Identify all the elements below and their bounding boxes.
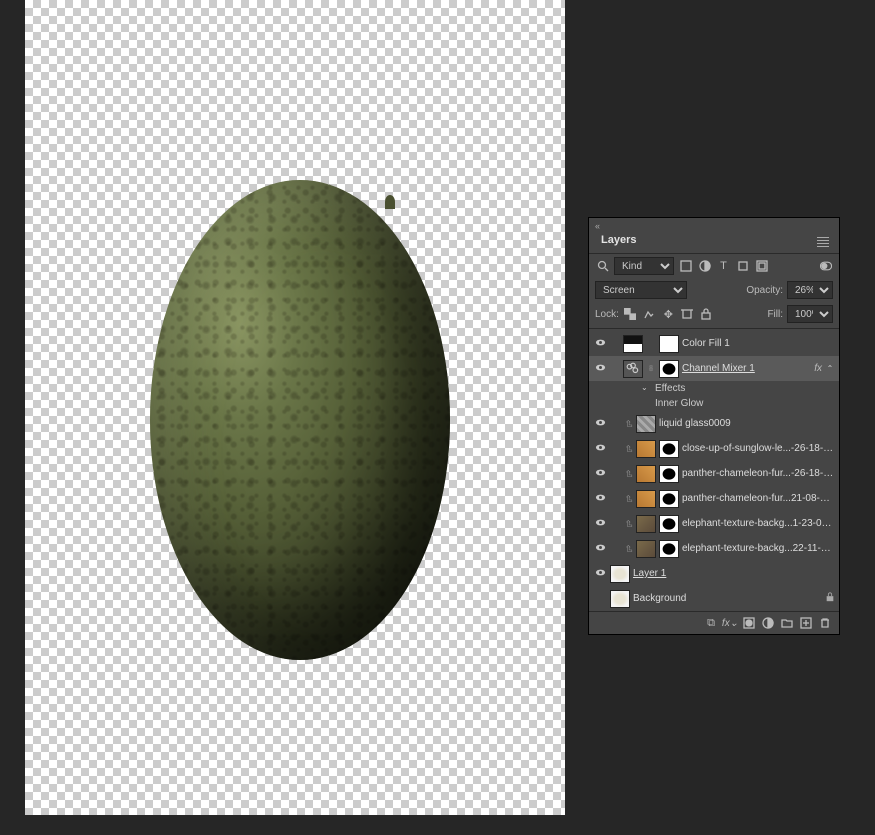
layer-name[interactable]: Channel Mixer 1 [682, 363, 811, 374]
link-icon: 𝟠 [646, 364, 656, 373]
filter-adjustment-icon[interactable] [697, 259, 712, 273]
layer-mask-thumbnail[interactable] [659, 440, 679, 458]
layer-mask-thumbnail[interactable] [659, 360, 679, 378]
filter-kind-select[interactable]: Kind [614, 257, 674, 275]
effects-label: Effects [655, 383, 685, 394]
visibility-icon[interactable] [595, 417, 606, 431]
layer-name[interactable]: elephant-texture-backg...22-11-23-00-17-… [682, 543, 835, 554]
delete-layer-icon[interactable] [817, 616, 833, 630]
lock-transparency-icon[interactable] [623, 307, 638, 321]
layer-name[interactable]: close-up-of-sunglow-le...-26-18-01-17-ut… [682, 443, 835, 454]
clip-indicator-icon: ⏎ [623, 494, 634, 504]
layer-row[interactable]: 𝟠 Channel Mixer 1 fx ⌃ [589, 356, 839, 381]
layers-tab[interactable]: Layers [595, 231, 642, 253]
layer-name[interactable]: Background [633, 593, 822, 604]
layer-name[interactable]: elephant-texture-backg...1-23-00-17-33-u… [682, 518, 835, 529]
add-mask-icon[interactable] [741, 616, 757, 630]
clip-indicator-icon: ⏎ [623, 469, 634, 479]
visibility-icon[interactable] [595, 492, 606, 506]
visibility-icon[interactable] [595, 337, 606, 351]
artwork-egg [150, 180, 450, 660]
panel-footer: ⧉ fx⌄ [589, 611, 839, 634]
lock-label: Lock: [595, 309, 619, 320]
fx-badge[interactable]: fx [814, 363, 822, 374]
layer-thumbnail[interactable] [623, 335, 643, 353]
visibility-icon[interactable] [595, 517, 606, 531]
layer-thumbnail[interactable] [636, 540, 656, 558]
layer-name[interactable]: liquid glass0009 [659, 418, 835, 429]
layer-row[interactable]: ⏎ panther-chameleon-fur...21-08-26-18-04… [589, 486, 839, 511]
blend-mode-select[interactable]: Screen [595, 281, 687, 299]
layer-thumbnail[interactable] [610, 590, 630, 608]
layer-mask-thumbnail[interactable] [659, 335, 679, 353]
group-icon[interactable] [779, 616, 795, 630]
artwork-stem [385, 195, 395, 209]
layer-mask-thumbnail[interactable] [659, 515, 679, 533]
layer-row[interactable]: ⏎ elephant-texture-backg...22-11-23-00-1… [589, 536, 839, 561]
fill-label: Fill: [767, 309, 783, 320]
effect-name: Inner Glow [655, 398, 703, 409]
layer-mask-thumbnail[interactable] [659, 465, 679, 483]
layer-thumbnail[interactable] [636, 515, 656, 533]
filter-pixel-icon[interactable] [678, 259, 693, 273]
layer-row[interactable]: Layer 1 [589, 561, 839, 586]
clip-indicator-icon: ⏎ [623, 544, 634, 554]
visibility-icon[interactable] [595, 467, 606, 481]
clip-indicator-icon: ⏎ [623, 419, 634, 429]
fx-expand-icon[interactable]: ⌃ [825, 364, 835, 373]
layer-name[interactable]: panther-chameleon-fur...21-08-26-18-04-1… [682, 493, 835, 504]
layer-row[interactable]: Background [589, 586, 839, 611]
blend-row: Screen Opacity: 26% [589, 278, 839, 302]
filter-toggle-icon[interactable] [818, 259, 833, 273]
layer-thumbnail[interactable] [636, 465, 656, 483]
opacity-select[interactable]: 26% [787, 281, 833, 299]
search-icon [595, 259, 610, 273]
layer-thumbnail[interactable] [636, 415, 656, 433]
layer-thumbnail[interactable] [610, 565, 630, 583]
layer-mask-thumbnail[interactable] [659, 540, 679, 558]
fill-select[interactable]: 100% [787, 305, 833, 323]
visibility-icon[interactable] [595, 362, 606, 376]
filter-type-icon[interactable]: T [716, 259, 731, 273]
canvas-area[interactable] [25, 0, 565, 815]
opacity-label: Opacity: [746, 285, 783, 296]
adjustment-layer-icon[interactable] [760, 616, 776, 630]
layer-thumbnail[interactable] [636, 490, 656, 508]
filter-smart-icon[interactable] [754, 259, 769, 273]
effects-heading[interactable]: ⌄ Effects [589, 381, 839, 396]
clip-indicator-icon: ⏎ [623, 519, 634, 529]
new-layer-icon[interactable] [798, 616, 814, 630]
filter-shape-icon[interactable] [735, 259, 750, 273]
lock-image-icon[interactable] [642, 307, 657, 321]
link-layers-icon[interactable]: ⧉ [703, 616, 719, 630]
visibility-icon[interactable] [595, 542, 606, 556]
fx-icon[interactable]: fx⌄ [722, 616, 738, 630]
filter-row: Kind T [589, 254, 839, 278]
effect-item[interactable]: Inner Glow [589, 396, 839, 411]
layer-name[interactable]: Layer 1 [633, 568, 835, 579]
panel-menu-icon[interactable] [813, 231, 833, 253]
layers-list: Color Fill 1 𝟠 Channel Mixer 1 fx ⌃ ⌄ Ef… [589, 331, 839, 611]
layer-row[interactable]: ⏎ close-up-of-sunglow-le...-26-18-01-17-… [589, 436, 839, 461]
layer-name[interactable]: panther-chameleon-fur...-26-18-04-16-utc… [682, 468, 835, 479]
layer-row[interactable]: ⏎ liquid glass0009 [589, 411, 839, 436]
visibility-icon[interactable] [595, 567, 606, 581]
layer-mask-thumbnail[interactable] [659, 490, 679, 508]
chevron-down-icon[interactable]: ⌄ [641, 383, 651, 392]
layers-panel: « Layers Kind T Screen Opacity: 26% Lock… [588, 217, 840, 635]
layer-name[interactable]: Color Fill 1 [682, 338, 835, 349]
layer-thumbnail[interactable] [623, 360, 643, 378]
layer-thumbnail[interactable] [636, 440, 656, 458]
clip-indicator-icon: ⏎ [623, 444, 634, 454]
lock-row: Lock: ✥ Fill: 100% [589, 302, 839, 326]
lock-icon [825, 592, 835, 605]
layer-row[interactable]: Color Fill 1 [589, 331, 839, 356]
visibility-icon[interactable] [595, 442, 606, 456]
lock-position-icon[interactable]: ✥ [661, 307, 676, 321]
layer-row[interactable]: ⏎ panther-chameleon-fur...-26-18-04-16-u… [589, 461, 839, 486]
lock-all-icon[interactable] [699, 307, 714, 321]
panel-collapse-icon[interactable]: « [595, 221, 600, 231]
lock-artboard-icon[interactable] [680, 307, 695, 321]
layer-row[interactable]: ⏎ elephant-texture-backg...1-23-00-17-33… [589, 511, 839, 536]
